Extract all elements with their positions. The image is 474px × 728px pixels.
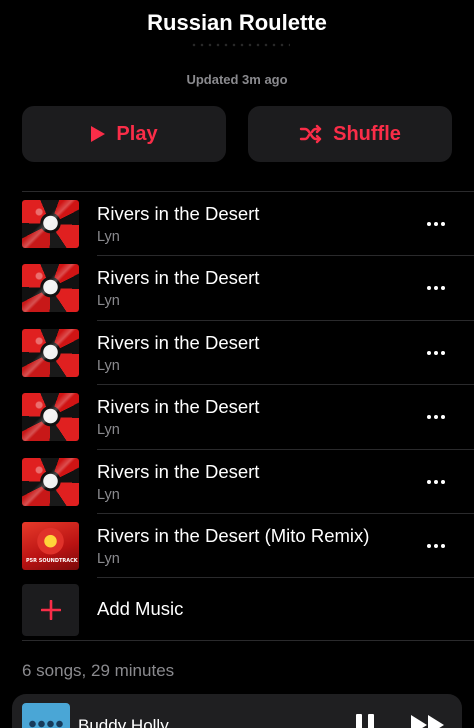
track-row[interactable]: Rivers in the Desert Lyn	[0, 321, 474, 386]
more-options-icon[interactable]	[424, 472, 448, 492]
track-artist: Lyn	[97, 357, 120, 374]
more-options-icon[interactable]	[424, 343, 448, 363]
track-artist: Lyn	[97, 293, 120, 310]
track-title: Rivers in the Desert (Mito Remix)	[97, 524, 370, 546]
album-art	[22, 393, 79, 442]
more-options-icon[interactable]	[424, 214, 448, 234]
album-art	[22, 264, 79, 313]
track-row[interactable]: Rivers in the Desert (Mito Remix) Lyn	[0, 514, 474, 579]
more-options-icon[interactable]	[424, 407, 448, 427]
now-playing-art	[22, 703, 70, 728]
track-title: Rivers in the Desert	[97, 396, 260, 418]
track-title: Rivers in the Desert	[97, 267, 260, 289]
playlist-title: Russian Roulette	[147, 10, 327, 35]
shuffle-icon	[299, 124, 322, 144]
title-decoration	[190, 43, 290, 47]
add-music-button[interactable]	[22, 584, 79, 637]
track-artist: Lyn	[97, 486, 120, 503]
mini-player[interactable]: Buddy Holly	[12, 694, 462, 728]
play-button-label: Play	[116, 122, 158, 145]
track-row[interactable]: Rivers in the Desert Lyn	[0, 192, 474, 257]
track-row[interactable]: Rivers in the Desert Lyn	[0, 385, 474, 450]
now-playing-title: Buddy Holly	[78, 716, 169, 728]
track-list: Rivers in the Desert Lyn Rivers in the D…	[0, 192, 474, 642]
shuffle-button-label: Shuffle	[333, 122, 401, 145]
track-title: Rivers in the Desert	[97, 203, 260, 224]
track-title: Rivers in the Desert	[97, 460, 260, 482]
track-row[interactable]: Rivers in the Desert Lyn	[0, 450, 474, 514]
track-artist: Lyn	[97, 229, 120, 245]
shuffle-button[interactable]: Shuffle	[248, 106, 452, 162]
track-artist: Lyn	[97, 550, 120, 567]
track-row[interactable]: Rivers in the Desert Lyn	[0, 256, 474, 321]
pause-icon[interactable]	[356, 714, 374, 728]
album-art	[22, 328, 79, 377]
track-title: Rivers in the Desert	[97, 331, 260, 353]
updated-timestamp: Updated 3m ago	[186, 72, 288, 87]
more-options-icon[interactable]	[424, 278, 448, 298]
album-art	[22, 200, 79, 248]
playlist-summary: 6 songs, 29 minutes	[22, 661, 175, 680]
play-icon	[91, 126, 106, 142]
plus-icon	[40, 600, 61, 621]
add-music-label: Add Music	[97, 598, 184, 620]
album-art	[22, 457, 79, 506]
album-art	[22, 521, 79, 570]
play-button[interactable]: Play	[22, 106, 226, 162]
add-music-row[interactable]: Add Music	[0, 578, 474, 642]
more-options-icon[interactable]	[424, 536, 448, 556]
row-divider	[22, 640, 474, 642]
track-artist: Lyn	[97, 422, 120, 439]
fast-forward-icon[interactable]	[410, 714, 446, 728]
